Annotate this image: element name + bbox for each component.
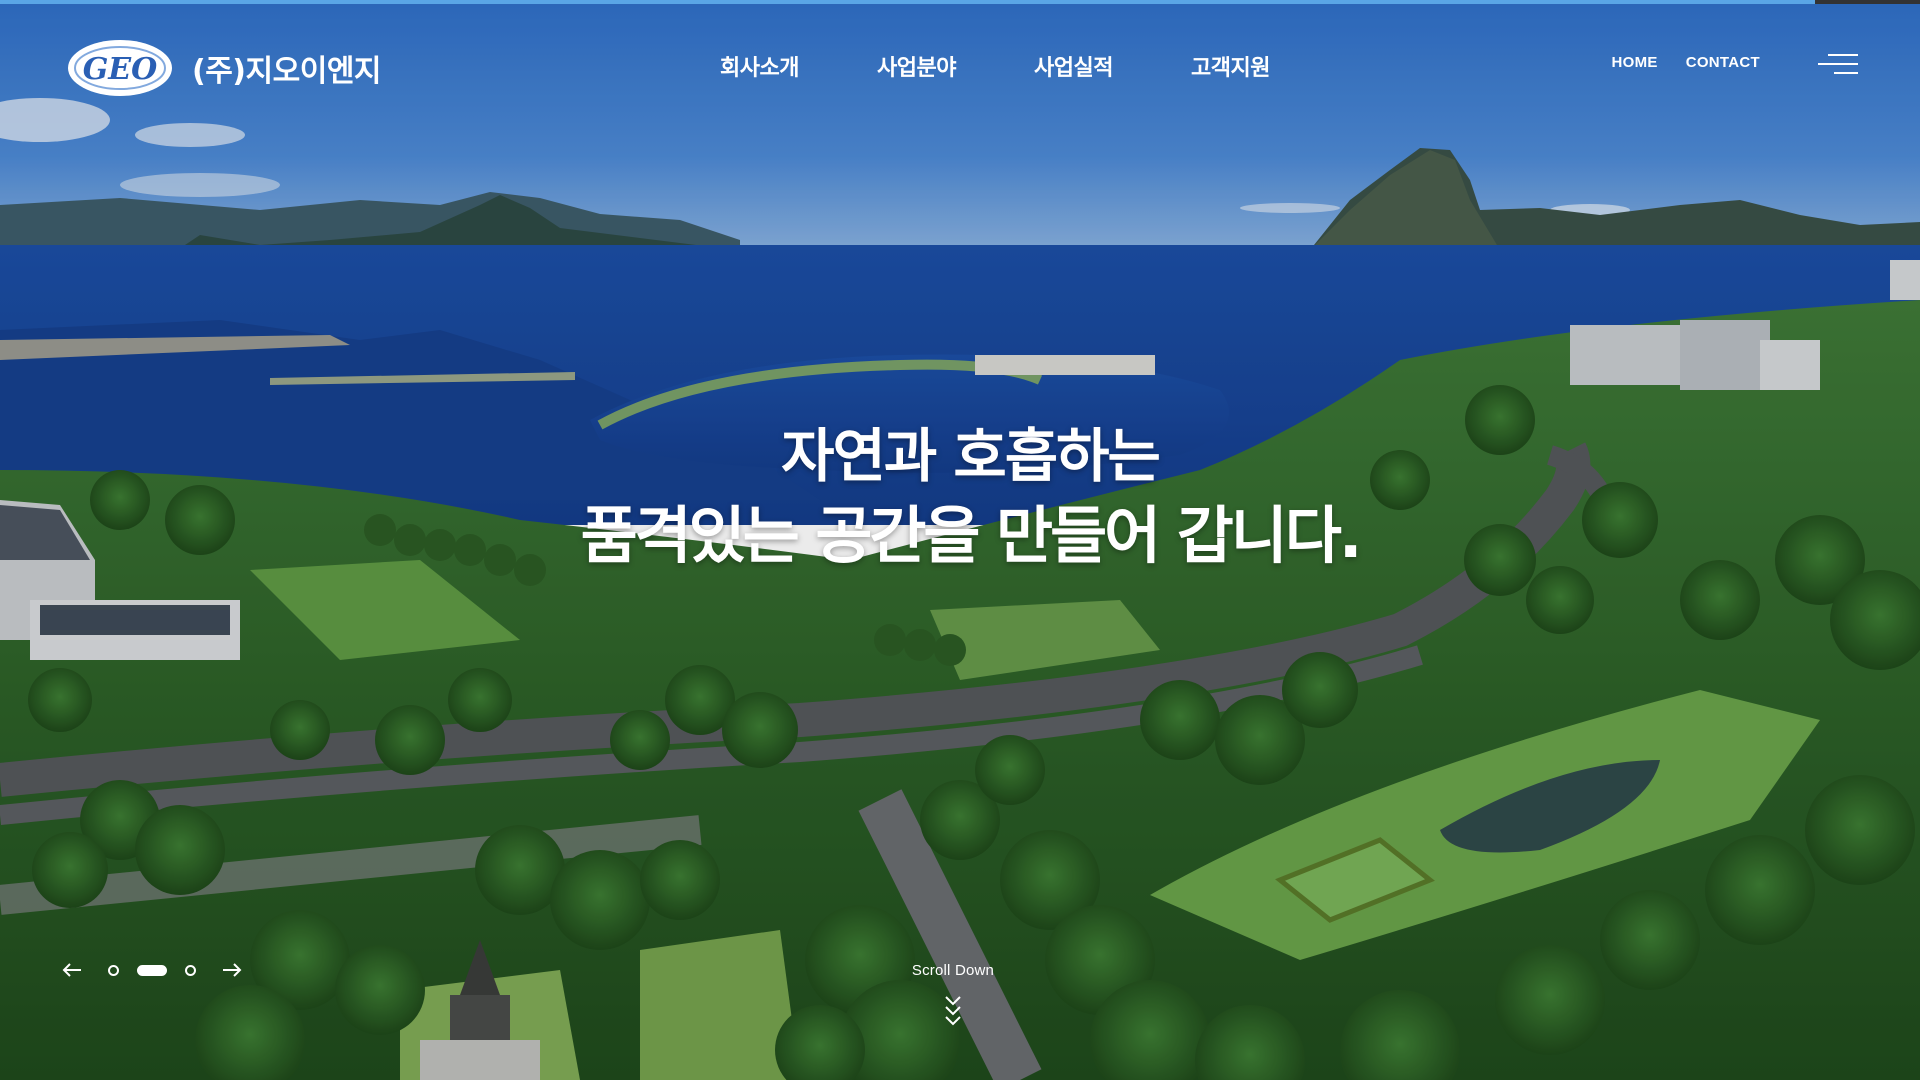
slider-pagination xyxy=(108,964,196,976)
nav-item-portfolio[interactable]: 사업실적 xyxy=(1034,50,1191,82)
main-nav: 회사소개 사업분야 사업실적 고객지원 xyxy=(720,50,1348,82)
logo-text: GEO xyxy=(83,52,158,87)
slide-dot-3[interactable] xyxy=(185,964,196,976)
headline-line-1: 자연과 호흡하는 xyxy=(781,422,1161,490)
headline-line-2: 품격있는 공간을 만들어 갑니다. xyxy=(580,499,1363,572)
arrow-left-icon[interactable] xyxy=(58,958,86,982)
hero-headline: 자연과 호흡하는 품격있는 공간을 만들어 갑니다. xyxy=(0,416,1920,576)
scroll-down-indicator[interactable]: Scroll Down xyxy=(900,962,1006,1031)
arrow-right-icon[interactable] xyxy=(218,958,246,982)
home-link[interactable]: HOME xyxy=(1611,54,1657,71)
company-name: (주)지오이엔지 xyxy=(192,54,382,89)
slide-dot-1[interactable] xyxy=(108,964,119,976)
nav-item-company[interactable]: 회사소개 xyxy=(720,50,877,82)
logo-link[interactable]: GEO (주)지오이엔지 xyxy=(66,38,382,98)
double-chevron-down-icon xyxy=(945,996,961,1026)
slider-controls xyxy=(58,958,246,982)
slide-dot-2-active[interactable] xyxy=(137,964,167,976)
geo-logo-icon: GEO xyxy=(68,40,172,96)
nav-item-business[interactable]: 사업분야 xyxy=(877,50,1034,82)
hamburger-menu-icon[interactable] xyxy=(1816,52,1858,76)
scroll-down-label: Scroll Down xyxy=(911,962,995,979)
contact-link[interactable]: CONTACT xyxy=(1686,54,1760,71)
nav-item-support[interactable]: 고객지원 xyxy=(1191,50,1348,82)
utility-links: HOME CONTACT xyxy=(1611,54,1760,71)
site-header: GEO (주)지오이엔지 회사소개 사업분야 사업실적 고객지원 HOME CO… xyxy=(0,0,1920,140)
